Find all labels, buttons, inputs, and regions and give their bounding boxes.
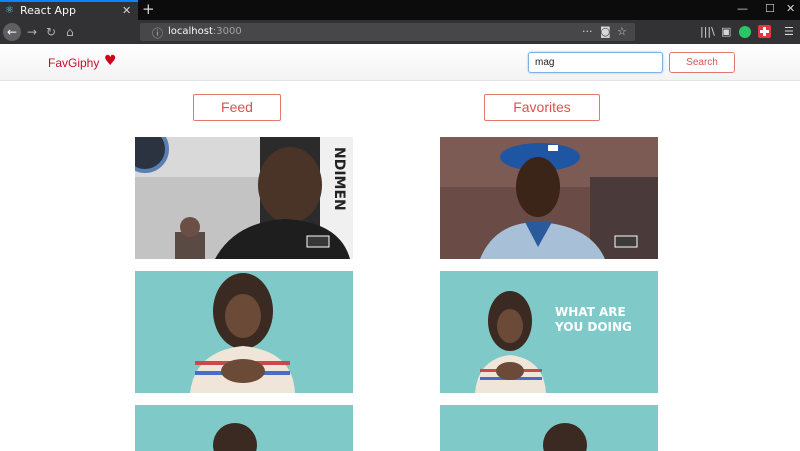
tab-title: React App bbox=[20, 4, 77, 17]
extension-green-icon[interactable] bbox=[739, 26, 751, 38]
page-content: FavGiphy ♥ Search Feed Favorites NDIMEN bbox=[0, 44, 800, 451]
menu-icon[interactable]: ☰ bbox=[784, 25, 794, 38]
extension-red-icon[interactable] bbox=[758, 25, 771, 38]
heart-icon: ♥ bbox=[104, 53, 117, 69]
app-header: FavGiphy ♥ Search bbox=[0, 44, 800, 81]
gif-image-woman-teal bbox=[440, 405, 658, 451]
close-tab-icon[interactable]: ✕ bbox=[122, 4, 131, 17]
close-window-icon[interactable]: ✕ bbox=[786, 2, 795, 15]
library-icon[interactable]: |||\ bbox=[700, 25, 715, 38]
browser-tab-strip: ⚛ React App ✕ + — ☐ ✕ bbox=[0, 0, 800, 20]
info-icon[interactable]: ⓘ bbox=[152, 25, 163, 41]
gif-caption: WHAT ARE YOU DOING bbox=[555, 305, 632, 334]
bookmark-star-icon[interactable]: ☆ bbox=[617, 25, 627, 38]
gif-image-laughing-man: NDIMEN bbox=[135, 137, 353, 259]
gif-image-baseball-player bbox=[440, 137, 658, 259]
minimize-icon[interactable]: — bbox=[737, 2, 748, 15]
pocket-icon[interactable]: ◙ bbox=[600, 25, 611, 38]
react-icon: ⚛ bbox=[5, 5, 14, 16]
search-input[interactable] bbox=[528, 52, 663, 73]
sidebar-icon[interactable]: ▣ bbox=[721, 25, 731, 38]
home-icon[interactable]: ⌂ bbox=[66, 24, 74, 40]
feed-gif-2[interactable] bbox=[135, 271, 353, 393]
favorite-gif-2[interactable]: WHAT ARE YOU DOING bbox=[440, 271, 658, 393]
forward-icon[interactable]: → bbox=[27, 24, 37, 40]
url-text[interactable]: localhost:3000 bbox=[168, 26, 242, 37]
reload-icon[interactable]: ↻ bbox=[46, 24, 56, 40]
gif-image-woman-teal bbox=[135, 271, 353, 393]
page-actions-icon[interactable]: ··· bbox=[582, 25, 593, 38]
tab-feed[interactable]: Feed bbox=[193, 94, 281, 121]
back-icon[interactable]: ← bbox=[3, 23, 21, 41]
favorite-gif-1[interactable] bbox=[440, 137, 658, 259]
gif-image-woman-teal bbox=[135, 405, 353, 451]
svg-text:NDIMEN: NDIMEN bbox=[331, 147, 347, 211]
favorite-gif-3[interactable] bbox=[440, 405, 658, 451]
search-button[interactable]: Search bbox=[669, 52, 735, 73]
brand-title[interactable]: FavGiphy bbox=[48, 56, 99, 70]
new-tab-icon[interactable]: + bbox=[142, 0, 155, 18]
feed-gif-3[interactable] bbox=[135, 405, 353, 451]
tab-favorites[interactable]: Favorites bbox=[484, 94, 600, 121]
maximize-icon[interactable]: ☐ bbox=[765, 2, 775, 15]
browser-tab[interactable]: ⚛ React App ✕ bbox=[0, 0, 138, 20]
feed-gif-1[interactable]: NDIMEN bbox=[135, 137, 353, 259]
